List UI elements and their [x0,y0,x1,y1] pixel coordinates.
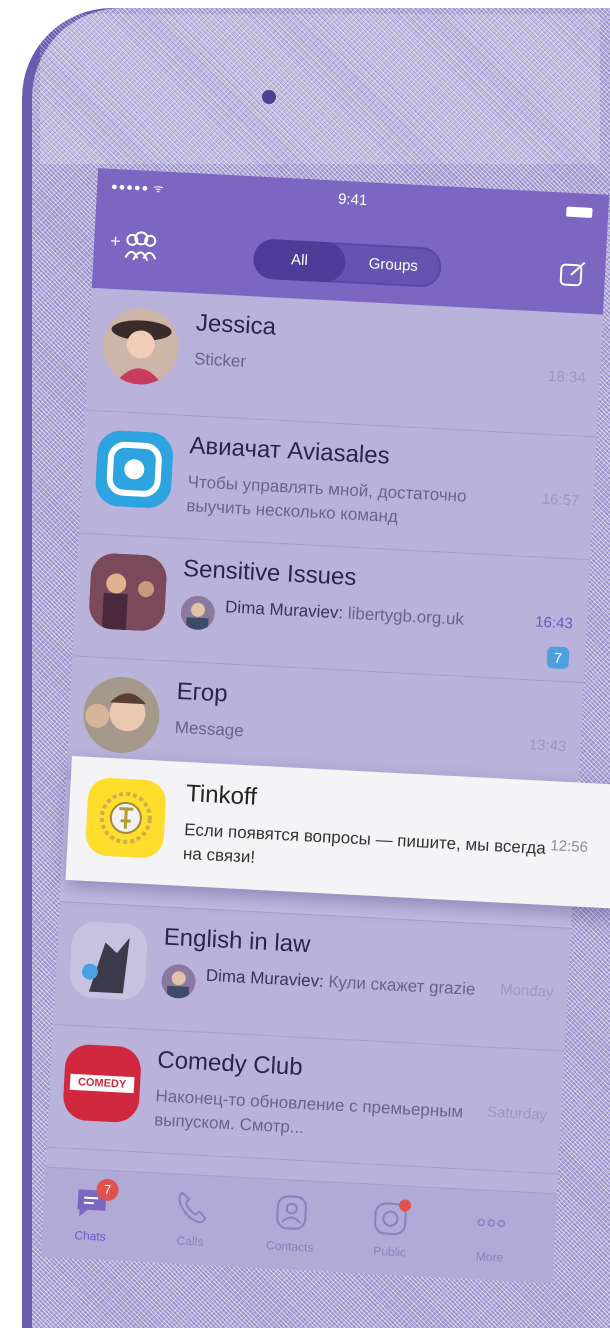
avatar [68,920,149,1001]
avatar [81,675,162,755]
tab-label: Calls [176,1233,204,1249]
chat-time: Monday [499,981,554,1001]
chat-name: Авиачат Aviasales [188,432,391,470]
chat-time: 12:56 [549,837,589,857]
message-sender: Dima Muraviev: [224,597,344,623]
chat-time: 16:43 [534,613,574,633]
tab-label: Chats [74,1228,107,1244]
sender-avatar [160,963,197,1000]
chats-badge: 7 [95,1178,120,1202]
compose-icon[interactable] [558,258,587,287]
avatar [94,429,175,510]
sender-avatar [179,594,216,631]
tab-contacts[interactable]: Contacts [250,1190,333,1255]
chat-name: Comedy Club [156,1046,304,1081]
chat-name: Jessica [195,309,277,341]
chat-preview: Если появятся вопросы — пишите, мы всегд… [182,819,547,867]
more-dots-icon [477,1218,506,1228]
tab-groups[interactable]: Groups [344,243,442,288]
svg-text:+: + [110,231,122,252]
phone-camera [262,90,276,104]
battery-icon [566,206,593,218]
tab-chats[interactable]: 7 Chats [50,1178,133,1245]
phone-icon [178,1191,207,1224]
chat-preview: Dima Muraviev: Кули скажет grazie [205,964,488,1003]
chat-name: Егор [176,677,229,708]
chat-preview: Message [174,717,245,741]
chat-row-comedy-club[interactable]: COMEDY Comedy Club Наконец-то обновление… [46,1024,565,1175]
tab-public[interactable]: Public [349,1196,432,1261]
chat-time: Saturday [486,1103,548,1124]
chat-preview: Чтобы управлять мной, достаточно выучить… [185,472,468,527]
tab-all[interactable]: All [252,238,347,284]
tab-more[interactable]: More [449,1201,532,1266]
avatar [84,776,167,859]
avatar [87,552,168,633]
chat-filter-segment: All Groups [252,238,443,289]
chat-time: 13:43 [528,736,567,756]
avatar [100,306,181,387]
comedy-logo: COMEDY [69,1073,135,1094]
unread-badge: 7 [546,646,570,670]
chat-list: Jessica Sticker 18:34 Авиачат Aviasales … [46,287,604,1175]
chat-time: 16:57 [541,490,580,510]
contacts-icon [276,1195,307,1230]
phone-top-texture [40,14,600,164]
chat-name: Sensitive Issues [182,555,358,592]
chat-preview: Наконец-то обновление с премьерным выпус… [153,1086,464,1138]
public-accounts-icon [374,1199,412,1235]
tab-label: Public [372,1243,407,1260]
add-group-icon[interactable]: + [109,227,165,266]
message-sender: Dima Muraviev: [205,965,325,991]
tab-label: Contacts [265,1238,314,1255]
tinkoff-logo-icon [85,778,166,858]
chat-name: Tinkoff [185,780,258,811]
message-text: libertygb.org.uk [347,603,465,629]
avatar: COMEDY [62,1043,143,1124]
chat-time: 18:34 [547,367,587,387]
chat-name: English in law [163,923,312,959]
chat-preview: Dima Muraviev: libertygb.org.uk [225,595,508,634]
tab-label: More [475,1249,504,1265]
message-text: Кули скажет grazie [328,972,476,999]
tab-calls[interactable]: Calls [150,1185,233,1250]
chat-preview: Sticker [193,349,247,372]
phone-screen: ●●●●● ᯤ 9:41 + All Groups Jessica Sticke… [40,168,610,1284]
